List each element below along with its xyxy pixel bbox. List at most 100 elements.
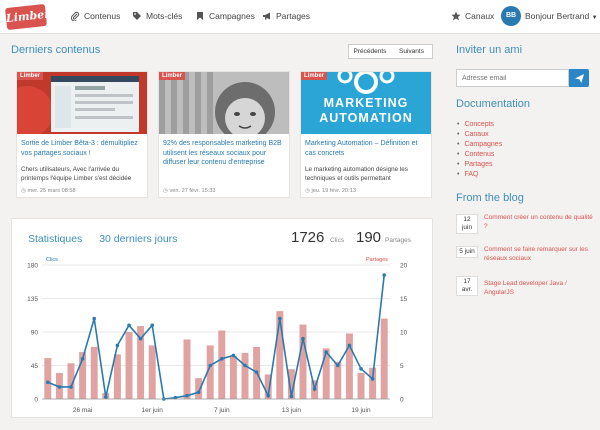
card-thumbnail: MARKETING AUTOMATION (301, 72, 431, 134)
stats-title-text: Statistiques (28, 233, 83, 245)
invite-title: Inviter un ami (456, 44, 523, 56)
blog-date: 17 avr. (456, 276, 478, 296)
bar-clics (44, 358, 52, 399)
nav-label: Partages (276, 11, 311, 21)
doc-link-campagnes[interactable]: Campagnes (457, 140, 502, 150)
bookmark-icon (197, 12, 203, 20)
nav-label: Contenus (84, 11, 121, 21)
stats-period[interactable]: 30 derniers jours (99, 233, 177, 245)
point-partages (336, 363, 340, 368)
shares-total: 190 (356, 229, 382, 246)
point-partages (69, 385, 73, 389)
limber-logo[interactable]: Limber (4, 3, 51, 31)
point-partages (46, 380, 50, 385)
user-avatar[interactable]: BB (501, 6, 521, 26)
doc-link-canaux[interactable]: Canaux (457, 130, 502, 140)
point-partages (104, 395, 108, 399)
caret-down-icon: ▼ (591, 15, 598, 21)
point-partages (138, 336, 143, 341)
nav-label: Canaux (465, 11, 495, 21)
card-thumbnail (17, 72, 147, 134)
point-partages (370, 377, 375, 381)
nav-item-canaux[interactable]: Canaux (451, 11, 494, 21)
y-left-tick-label: 135 (27, 296, 38, 303)
bar-clics (125, 332, 133, 399)
blog-title: From the blog (456, 192, 524, 204)
content-card[interactable]: Limber Sortie de Limber Bêta-3 : démulti… (16, 71, 148, 198)
card-date: ◷ mer. 25 mars 08:58 (21, 188, 76, 194)
doc-link-partages[interactable]: Partages (457, 160, 502, 170)
user-menu[interactable]: Bonjour Bertrand ▼ (525, 11, 598, 21)
bar-clics (218, 330, 226, 399)
laptop-screenshot-image (17, 72, 147, 134)
point-partages (127, 323, 131, 328)
send-invite-button[interactable] (569, 69, 589, 87)
doc-link-contenus[interactable]: Contenus (457, 150, 502, 160)
documentation-list: Concepts Canaux Campagnes Contenus Parta… (457, 120, 502, 180)
bar-clics (229, 355, 237, 399)
card-thumbnail (159, 72, 289, 134)
point-partages (231, 353, 236, 358)
card-title[interactable]: Sortie de Limber Bêta-3 : démultipliez v… (21, 139, 145, 158)
y-right-tick-label: 5 (400, 363, 404, 370)
bar-clics (241, 352, 249, 399)
nav-item-contenus[interactable]: Contenus (70, 11, 120, 21)
card-tag: Limber (17, 72, 44, 80)
blog-post-link[interactable]: Stage Lead developer Java / AngularJS (484, 280, 594, 297)
x-tick-label: 1er juin (142, 407, 164, 414)
shares-total-label: Partages (385, 237, 412, 244)
bar-clics (357, 372, 365, 399)
stats-title: Statistiques 30 derniers jours (28, 233, 177, 245)
card-excerpt: Le marketing automation désigne les tech… (305, 166, 408, 182)
next-button[interactable]: Suivants (391, 44, 433, 59)
bar-clics (90, 346, 98, 399)
blog-date: 5 juin (456, 246, 478, 258)
bar-clics (299, 324, 307, 399)
nav-item-mots-cles[interactable]: Mots-clés (132, 11, 182, 21)
y-right-tick-label: 15 (400, 296, 408, 303)
clicks-total: 1726 (291, 229, 325, 246)
bar-clics (380, 318, 388, 399)
x-tick-label: 13 juin (282, 407, 302, 414)
card-date: ◷ jeu. 19 févr. 20:13 (305, 188, 356, 194)
nav-item-campagnes[interactable]: Campagnes (195, 11, 255, 21)
card-image-caption: MARKETING AUTOMATION (319, 96, 413, 125)
point-partages (115, 343, 120, 348)
blog-post-link[interactable]: Comment créer un contenu de qualité ? (484, 214, 594, 231)
statistics-panel: Statistiques 30 derniers jours 1726 Clic… (11, 218, 433, 418)
card-excerpt: Chers utilisateurs, Avec l'arrivée du pr… (21, 166, 132, 182)
y-right-tick-label: 20 (400, 263, 408, 270)
previous-button[interactable]: Précédents (348, 44, 392, 59)
blog-month: avr. (461, 286, 473, 293)
email-input[interactable] (456, 69, 569, 87)
clicks-total-label: Clics (330, 237, 345, 244)
megaphone-icon (263, 12, 270, 20)
point-partages (289, 394, 294, 399)
point-partages (266, 393, 270, 398)
blog-month: juin (461, 224, 473, 231)
line-partages (47, 274, 385, 400)
blog-day: 5 juin (459, 248, 475, 255)
doc-link-faq[interactable]: FAQ (457, 170, 502, 180)
documentation-title: Documentation (456, 98, 530, 110)
point-partages (301, 336, 305, 341)
point-partages (80, 357, 85, 361)
y-left-tick-label: 45 (31, 363, 39, 370)
card-title[interactable]: Marketing Automation – Définition et cas… (305, 139, 429, 158)
blog-post-link[interactable]: Comment se faire remarquer sur les résea… (484, 246, 594, 263)
top-navbar: Limber Contenus Mots-clés Campagnes Part… (0, 0, 600, 34)
point-partages (185, 393, 189, 398)
nav-item-partages[interactable]: Partages (262, 11, 310, 21)
card-title[interactable]: 92% des responsables marketing B2B utili… (163, 139, 287, 168)
content-card[interactable]: Limber 92% des responsables marketing B2… (158, 71, 290, 198)
card-date-text: mer. 25 mars 08:58 (27, 188, 76, 194)
point-partages (278, 316, 282, 321)
doc-link-concepts[interactable]: Concepts (457, 120, 502, 130)
nav-label: Mots-clés (146, 11, 183, 21)
x-tick-label: 7 juin (214, 407, 230, 414)
tags-icon (133, 12, 141, 20)
card-tag: Limber (159, 72, 186, 80)
point-partages (254, 370, 259, 374)
content-card[interactable]: MARKETING AUTOMATION Limber Marketing Au… (300, 71, 432, 198)
y-left-tick-label: 180 (27, 263, 38, 270)
